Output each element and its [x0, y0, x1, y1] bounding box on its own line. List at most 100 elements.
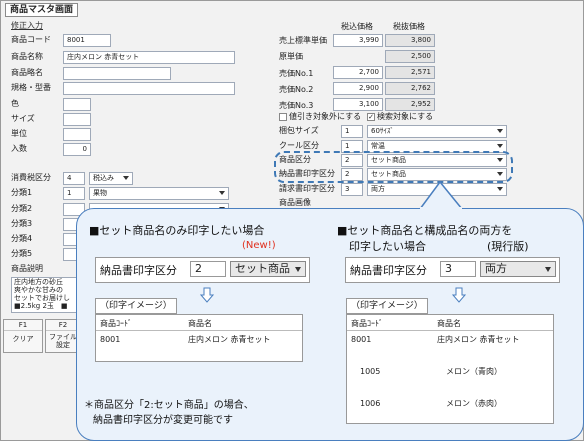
tax-category-select[interactable]: 税込み [89, 172, 133, 185]
no-discount-checkbox[interactable]: 値引き対象外にする [279, 111, 361, 123]
quantity-label: 入数 [11, 144, 27, 153]
product-category-select-value: セット商品 [371, 156, 406, 164]
chevron-down-icon [497, 129, 503, 133]
tax-category-code[interactable]: 4 [63, 172, 85, 185]
price-no1-excl: 2,571 [385, 66, 435, 79]
left-delivery-print-select-value: セット商品 [235, 262, 290, 275]
left-row-name: 庄内メロン 赤青セット [188, 335, 271, 344]
footnote-line2: 納品書印字区分が変更可能です [93, 415, 233, 426]
spec-model-field[interactable] [63, 82, 235, 95]
spec-model-label: 規格・型番 [11, 83, 51, 92]
color-field[interactable] [63, 98, 91, 111]
class3-label: 分類3 [11, 219, 33, 228]
right-row-code: 8001 [351, 335, 372, 344]
class4-label: 分類4 [11, 234, 33, 243]
price-no1-label: 売価No.1 [279, 69, 314, 78]
price-cost-excl: 2,500 [385, 50, 435, 63]
product-code-label: 商品コード [11, 35, 51, 44]
invoice-print-label: 請求書印字区分 [279, 184, 335, 193]
chevron-down-icon [497, 172, 503, 176]
invoice-print-select-value: 両方 [371, 185, 385, 193]
product-name-field[interactable]: 庄内メロン 赤青セット [63, 51, 235, 64]
f1-action-label: クリア [12, 335, 34, 343]
tax-category-label: 消費税区分 [11, 173, 51, 182]
packing-size-select[interactable]: 60ｻｲｽﾞ [367, 125, 507, 138]
f2-key-label: F2 [46, 320, 80, 331]
price-no2-incl[interactable]: 2,900 [333, 82, 383, 95]
price-no2-excl: 2,762 [385, 82, 435, 95]
chevron-down-icon [219, 191, 225, 195]
f2-action-label: ファイル設定 [49, 333, 77, 349]
current-version-note: (現行版) [487, 240, 529, 253]
price-std-excl: 3,800 [385, 34, 435, 47]
color-label: 色 [11, 99, 19, 108]
right-row-code: 1006 [360, 399, 381, 408]
product-category-label: 商品区分 [279, 155, 311, 164]
left-down-arrow-icon [200, 287, 214, 303]
price-no3-incl[interactable]: 3,100 [333, 98, 383, 111]
chevron-down-icon [497, 158, 503, 162]
price-incl-header: 税込価格 [341, 22, 373, 31]
class1-select-value: 果物 [93, 189, 107, 197]
checkbox-checked-icon [367, 112, 375, 121]
search-target-label: 検索対象にする [377, 112, 434, 121]
class1-select[interactable]: 果物 [89, 187, 229, 200]
left-delivery-print-select[interactable]: セット商品 [230, 261, 306, 277]
description-textarea[interactable]: 庄内地方の砂丘 爽やかな甘みの セットでお届けし ■2.5kg 2玉 ■ [11, 277, 77, 313]
new-badge: (New!) [242, 240, 276, 251]
search-target-checkbox[interactable]: 検索対象にする [367, 111, 433, 123]
window-title: 商品マスタ画面 [5, 3, 79, 17]
product-code-field[interactable]: 8001 [63, 34, 111, 47]
no-discount-label: 値引き対象外にする [289, 112, 362, 121]
delivery-print-select-value: セット商品 [371, 170, 406, 178]
left-col-code-header: 商品ｺｰﾄﾞ [100, 319, 132, 328]
quantity-field[interactable]: 0 [63, 143, 91, 156]
chevron-down-icon [497, 144, 503, 148]
callout-joint [420, 207, 462, 211]
delivery-print-code[interactable]: 2 [341, 168, 363, 181]
left-case-heading: ■セット商品名のみ印字したい場合 [89, 224, 265, 237]
invoice-print-select[interactable]: 両方 [367, 183, 507, 196]
product-category-select[interactable]: セット商品 [367, 154, 507, 167]
right-row-name: 庄内メロン 赤青セット [437, 335, 520, 344]
right-row-name: メロン（赤肉） [446, 399, 502, 408]
right-case-heading-2: 印字したい場合 [349, 240, 426, 253]
right-image-label: （印字イメージ） [346, 298, 428, 314]
class5-label: 分類5 [11, 249, 33, 258]
price-std-incl[interactable]: 3,990 [333, 34, 383, 47]
right-delivery-print-select-value: 両方 [485, 262, 507, 275]
packing-size-code[interactable]: 1 [341, 125, 363, 138]
checkbox-icon [279, 112, 287, 121]
price-no2-label: 売価No.2 [279, 85, 314, 94]
product-name-label: 商品名称 [11, 52, 43, 61]
size-field[interactable] [63, 113, 91, 126]
unit-field[interactable] [63, 128, 91, 141]
section-label: 修正入力 [11, 21, 43, 30]
price-cost-label: 原単価 [279, 52, 303, 61]
chevron-down-icon [295, 267, 301, 272]
class1-code[interactable]: 1 [63, 187, 85, 200]
class1-label: 分類1 [11, 188, 33, 197]
right-row-name: メロン（青肉） [446, 367, 502, 376]
left-col-name-header: 商品名 [188, 319, 212, 328]
unit-label: 単位 [11, 129, 27, 138]
price-std-label: 売上標準単価 [279, 36, 327, 45]
chevron-down-icon [545, 267, 551, 272]
chevron-down-icon [497, 187, 503, 191]
footnote-line1: ＊商品区分「2:セット商品」の場合、 [84, 400, 254, 411]
f1-clear-button[interactable]: F1 クリア [3, 319, 43, 353]
invoice-print-code[interactable]: 3 [341, 183, 363, 196]
price-no3-excl: 2,952 [385, 98, 435, 111]
product-short-name-field[interactable] [63, 67, 171, 80]
right-delivery-print-code[interactable]: 3 [440, 261, 476, 277]
left-delivery-print-code[interactable]: 2 [190, 261, 226, 277]
product-category-code[interactable]: 2 [341, 154, 363, 167]
description-line: ■2.5kg 2玉 ■ [14, 302, 68, 310]
right-row-code: 1005 [360, 367, 381, 376]
right-delivery-print-select[interactable]: 両方 [480, 261, 556, 277]
price-no1-incl[interactable]: 2,700 [333, 66, 383, 79]
delivery-print-select[interactable]: セット商品 [367, 168, 507, 181]
left-row-code: 8001 [100, 335, 121, 344]
product-short-name-label: 商品略名 [11, 68, 43, 77]
right-case-heading-1: ■セット商品名と構成品名の両方を [337, 224, 513, 237]
